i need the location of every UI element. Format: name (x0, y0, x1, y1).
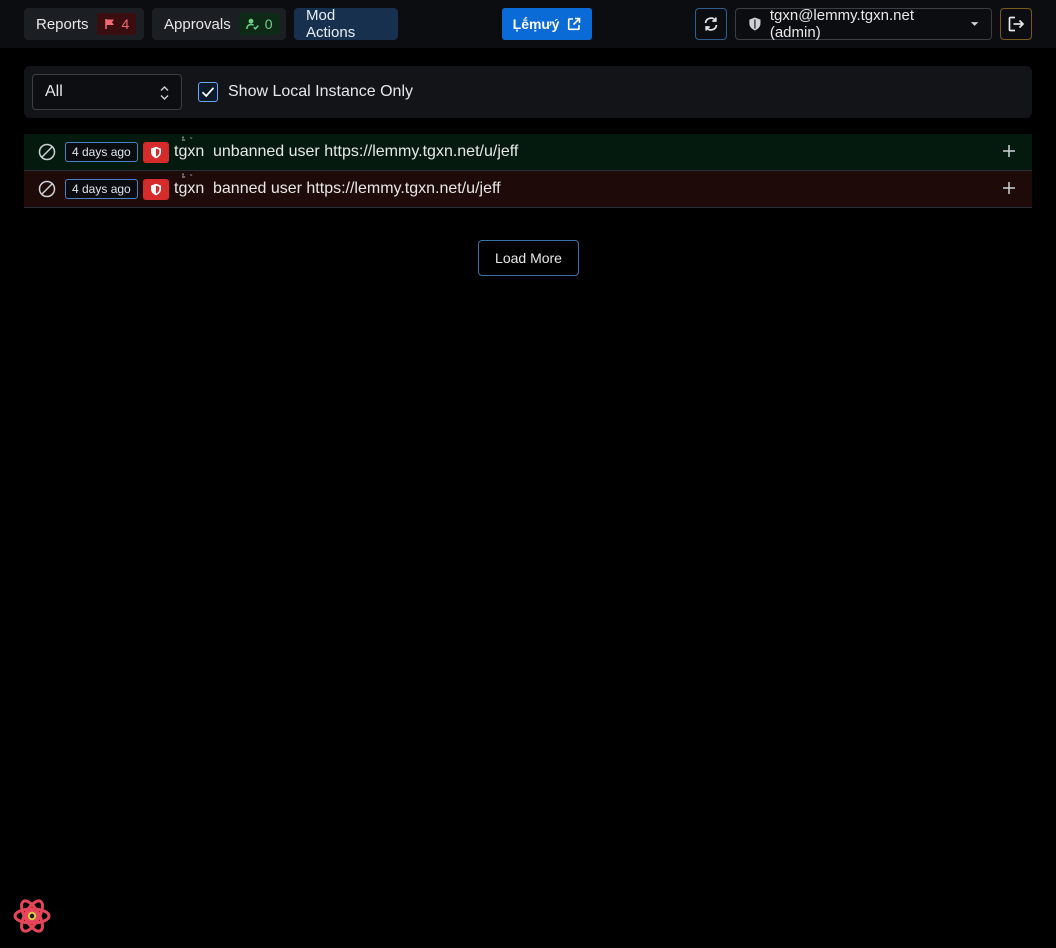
action-type-select[interactable]: All (32, 74, 182, 110)
top-navbar: Reports 4 Approvals 0 Mod Actions Ļḗṃưý (0, 0, 1056, 48)
approvals-tab[interactable]: Approvals 0 (152, 8, 286, 40)
admin-shield-icon (143, 179, 169, 200)
show-local-checkbox[interactable] (198, 82, 218, 102)
external-link-icon (568, 17, 581, 31)
time-badge: 4 days ago (65, 179, 138, 199)
user-menu-button[interactable]: tgxn@lemmy.tgxn.net (admin) (735, 7, 992, 41)
logout-button[interactable] (1000, 8, 1032, 40)
approvals-count-badge: 0 (238, 13, 280, 35)
ban-icon (38, 180, 56, 198)
reports-tab[interactable]: Reports 4 (24, 8, 144, 40)
mod-username[interactable]: tgxn (174, 180, 204, 198)
select-arrows-icon (160, 86, 169, 100)
refresh-icon (704, 17, 718, 31)
reports-count: 4 (121, 16, 130, 32)
reports-label: Reports (36, 15, 89, 33)
approvals-count: 0 (264, 16, 273, 32)
ban-icon (38, 143, 56, 161)
plus-icon[interactable] (1002, 144, 1016, 158)
admin-shield-icon (143, 142, 169, 163)
plus-icon[interactable] (1002, 181, 1016, 195)
react-logo-icon[interactable] (12, 896, 52, 936)
checkmark-icon (201, 87, 215, 98)
action-text: unbanned user https://lemmy.tgxn.net/u/j… (213, 143, 519, 160)
mod-actions-tab[interactable]: Mod Actions (294, 7, 398, 41)
action-text: banned user https://lemmy.tgxn.net/u/jef… (213, 180, 501, 197)
approvals-label: Approvals (164, 15, 231, 33)
select-value: All (45, 83, 63, 100)
mod-actions-label: Mod Actions (306, 7, 356, 41)
refresh-button[interactable] (695, 8, 727, 40)
user-label: tgxn@lemmy.tgxn.net (admin) (769, 7, 915, 41)
modlog-row: 4 days ago ̊ ͫ ̃ tgxn banned user https:… (24, 171, 1032, 208)
reports-count-badge: 4 (96, 13, 137, 35)
mod-username[interactable]: tgxn (174, 143, 204, 161)
modlog-row: 4 days ago ̊ ͫ ̃ tgxn unbanned user http… (24, 134, 1032, 171)
filter-panel: All Show Local Instance Only (24, 66, 1032, 118)
flag-icon (104, 19, 114, 29)
lemmy-instance-link[interactable]: Ļḗṃưý (502, 8, 592, 40)
user-check-icon (245, 18, 259, 30)
load-more-button[interactable]: Load More (478, 240, 579, 276)
time-badge: 4 days ago (65, 142, 138, 162)
show-local-label[interactable]: Show Local Instance Only (228, 83, 413, 101)
shield-icon (749, 17, 761, 31)
lemmy-label: Ļḗṃưý (512, 16, 560, 32)
logout-icon (1008, 16, 1024, 32)
caret-down-icon (970, 22, 979, 26)
